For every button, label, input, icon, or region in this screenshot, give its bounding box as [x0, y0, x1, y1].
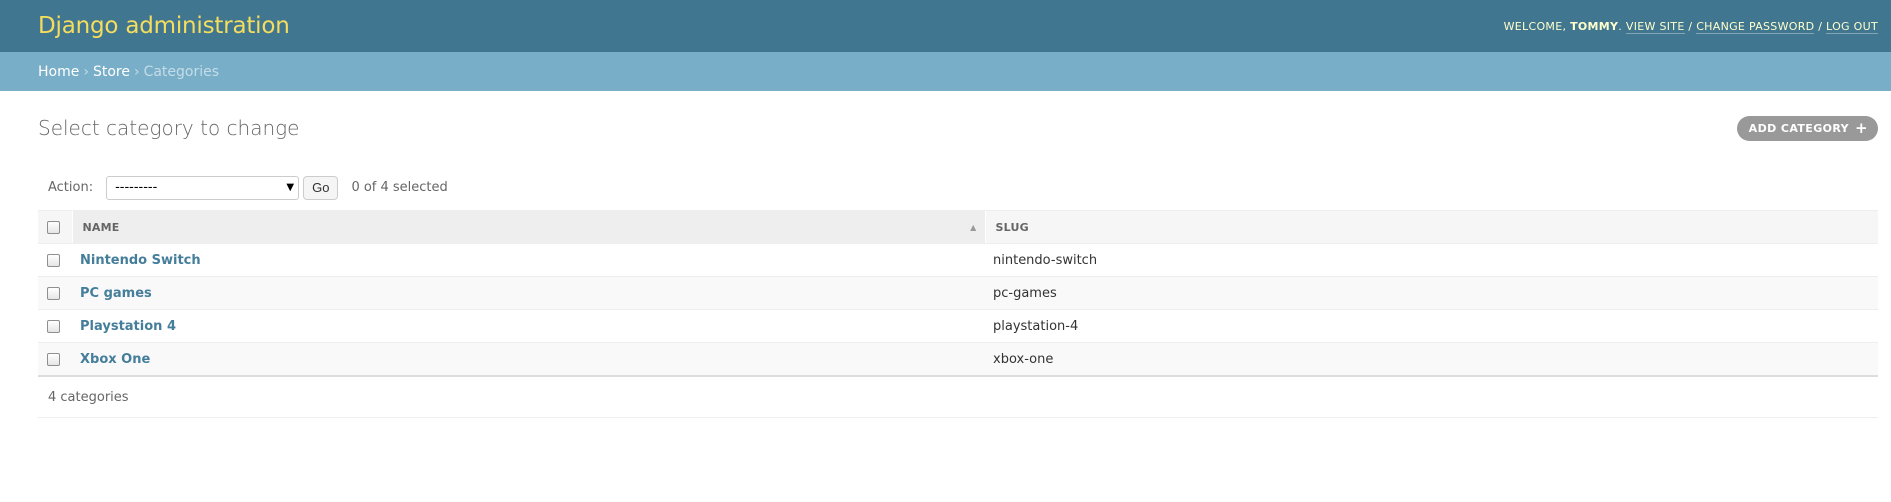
slug-cell: nintendo-switch [985, 243, 1878, 277]
breadcrumb-separator: › [133, 63, 140, 80]
plus-icon: + [1855, 118, 1868, 137]
breadcrumb: Home › Store › Categories [0, 52, 1891, 91]
slug-cell: xbox-one [985, 342, 1878, 376]
category-link[interactable]: PC games [80, 286, 152, 301]
content: Select category to change Add category +… [0, 91, 1891, 418]
action-label: Action: [48, 180, 94, 195]
category-link[interactable]: Playstation 4 [80, 319, 176, 334]
welcome-text: Welcome, [1503, 19, 1567, 33]
add-category-label: Add category [1748, 121, 1850, 135]
page-title: Select category to change [38, 116, 300, 140]
breadcrumb-home[interactable]: Home [38, 64, 79, 80]
column-header-slug: Slug [984, 210, 1878, 244]
row-select-cell [38, 309, 72, 343]
name-cell: Xbox One [72, 342, 985, 376]
slug-cell: playstation-4 [985, 309, 1878, 343]
view-site-link[interactable]: View site [1625, 19, 1685, 34]
slug-cell: pc-games [985, 276, 1878, 310]
user-tools: Welcome, Tommy. View site / Change passw… [1503, 19, 1878, 34]
action-select-value: --------- [115, 180, 158, 195]
title-row: Select category to change Add category + [38, 91, 1878, 165]
name-cell: Playstation 4 [72, 309, 985, 343]
category-link[interactable]: Xbox One [80, 352, 150, 367]
column-header-name-label: Name [82, 220, 120, 234]
name-cell: PC games [72, 276, 985, 310]
table-row: Nintendo Switch nintendo-switch [38, 243, 1878, 277]
breadcrumb-store[interactable]: Store [93, 64, 130, 80]
category-link[interactable]: Nintendo Switch [80, 253, 201, 268]
add-category-button[interactable]: Add category + [1736, 115, 1878, 141]
paginator: 4 categories [38, 376, 1878, 418]
change-password-link[interactable]: Change password [1696, 19, 1815, 34]
log-out-link[interactable]: Log out [1826, 19, 1878, 34]
sort-ascending-icon[interactable]: ▲ [970, 223, 976, 232]
breadcrumb-separator: › [83, 63, 89, 80]
row-checkbox[interactable] [47, 286, 60, 300]
select-all-column [38, 210, 72, 244]
site-branding: Django administration [38, 13, 290, 39]
breadcrumb-current: Categories [143, 63, 220, 80]
table-row: Playstation 4 playstation-4 [38, 309, 1878, 343]
chevron-down-icon: ▼ [286, 182, 295, 193]
row-select-cell [38, 243, 72, 277]
name-cell: Nintendo Switch [72, 243, 985, 277]
row-select-cell [38, 342, 72, 376]
column-header-name[interactable]: Name ▲ [71, 210, 985, 244]
action-counter: 0 of 4 selected [351, 180, 448, 195]
select-all-checkbox[interactable] [47, 220, 60, 234]
table-row: Xbox One xbox-one [38, 342, 1878, 376]
go-button[interactable]: Go [303, 175, 339, 200]
username: Tommy [1570, 19, 1619, 33]
results-table: Name ▲ Slug Nintendo Switch nintendo-swi… [38, 210, 1878, 376]
actions-bar: Action: --------- ▼ Go 0 of 4 selected [38, 165, 1878, 210]
table-row: PC games pc-games [38, 276, 1878, 310]
action-select[interactable]: --------- ▼ [106, 175, 300, 200]
header: Django administration Welcome, Tommy. Vi… [0, 0, 1891, 52]
row-checkbox[interactable] [47, 352, 60, 366]
row-checkbox[interactable] [47, 319, 60, 333]
row-select-cell [38, 276, 72, 310]
row-checkbox[interactable] [47, 253, 60, 267]
column-header-slug-label: Slug [995, 220, 1029, 234]
